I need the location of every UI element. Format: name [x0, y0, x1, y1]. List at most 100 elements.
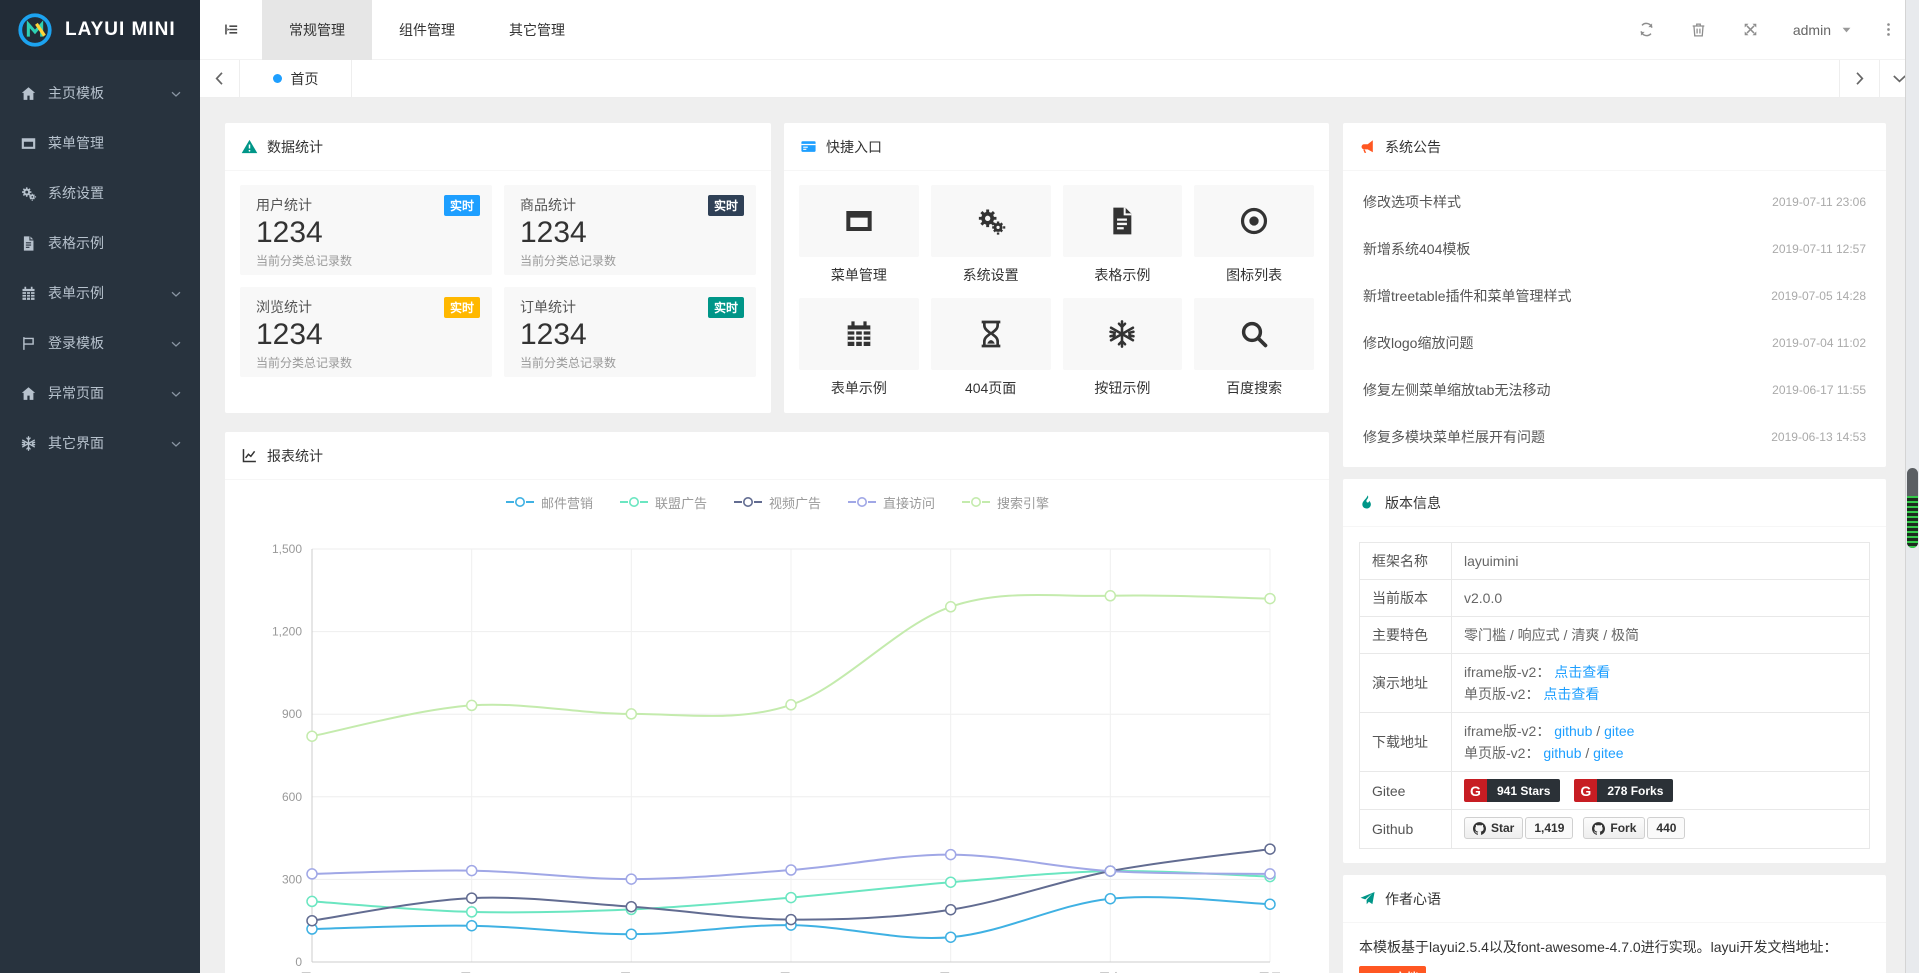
- version-link[interactable]: github: [1543, 745, 1581, 761]
- quick-entry-7[interactable]: 百度搜索: [1194, 298, 1314, 411]
- legend-item[interactable]: 联盟广告: [619, 493, 707, 512]
- author-card: 作者心语 本模板基于layui2.5.4以及font-awesome-4.7.0…: [1343, 875, 1886, 973]
- sidebar-item-label: 菜单管理: [48, 133, 104, 153]
- sidebar-item-1[interactable]: 菜单管理: [0, 118, 200, 168]
- refresh-icon: [1638, 21, 1655, 38]
- quick-entry-1[interactable]: 系统设置: [931, 185, 1051, 298]
- quick-entry-5[interactable]: 404页面: [931, 298, 1051, 411]
- username: admin: [1793, 22, 1831, 38]
- credit-card-icon: [800, 138, 817, 155]
- version-link[interactable]: github: [1554, 723, 1592, 739]
- window-icon: [20, 135, 37, 152]
- author-title: 作者心语: [1385, 889, 1441, 909]
- version-link[interactable]: 点击查看: [1543, 686, 1599, 702]
- tab-home[interactable]: 首页: [240, 60, 352, 97]
- fire-icon: [1359, 494, 1376, 511]
- github-octocat-icon: [1592, 822, 1605, 835]
- stat-value: 1234: [256, 318, 476, 352]
- announcement-date: 2019-06-13 14:53: [1771, 430, 1866, 444]
- file-icon: [20, 235, 37, 252]
- collapse-sidebar-icon[interactable]: [200, 0, 262, 60]
- quick-entry-label: 菜单管理: [799, 265, 919, 285]
- sidebar-item-6[interactable]: 异常页面: [0, 368, 200, 418]
- version-row-1: 当前版本v2.0.0: [1360, 580, 1870, 617]
- gitee-badge[interactable]: G941 Stars: [1464, 779, 1560, 802]
- legend-item[interactable]: 搜索引擎: [961, 493, 1049, 512]
- app-logo[interactable]: LAYUI MINI: [0, 0, 200, 60]
- version-row-3: 演示地址iframe版-v2： 点击查看单页版-v2： 点击查看: [1360, 654, 1870, 713]
- legend-marker-icon: [619, 496, 649, 508]
- sidebar-item-5[interactable]: 登录模板: [0, 318, 200, 368]
- version-row-5: GiteeG941 StarsG278 Forks: [1360, 772, 1870, 810]
- hourglass-icon: [931, 298, 1051, 370]
- chevron-down-icon: [170, 437, 182, 449]
- gitee-badge[interactable]: G278 Forks: [1574, 779, 1673, 802]
- quick-entry-2[interactable]: 表格示例: [1063, 185, 1183, 298]
- quick-entry-label: 表格示例: [1063, 265, 1183, 285]
- announcement-row-2[interactable]: 新增treetable插件和菜单管理样式 2019-07-05 14:28: [1343, 272, 1886, 319]
- stat-box-3: 订单统计 1234 当前分类总记录数 实时: [504, 287, 756, 377]
- sidebar-item-0[interactable]: 主页模板: [0, 68, 200, 118]
- topnav-tab-other[interactable]: 其它管理: [482, 0, 592, 60]
- stat-box-1: 商品统计 1234 当前分类总记录数 实时: [504, 185, 756, 275]
- stat-desc: 当前分类总记录数: [520, 354, 740, 371]
- version-row-2: 主要特色零门槛 / 响应式 / 清爽 / 极简: [1360, 617, 1870, 654]
- quick-entry-label: 系统设置: [931, 265, 1051, 285]
- announcement-row-1[interactable]: 新增系统404模板 2019-07-11 12:57: [1343, 225, 1886, 272]
- sidebar-item-label: 表格示例: [48, 233, 104, 253]
- version-table: 框架名称layuimini当前版本v2.0.0主要特色零门槛 / 响应式 / 清…: [1359, 542, 1870, 849]
- gitee-logo-icon: G: [1574, 779, 1597, 802]
- caret-down-icon: [1838, 21, 1855, 38]
- announcement-date: 2019-06-17 11:55: [1772, 383, 1866, 397]
- user-menu[interactable]: admin: [1777, 0, 1871, 60]
- topnav-tab-regular[interactable]: 常规管理: [262, 0, 372, 60]
- sidebar-item-4[interactable]: 表单示例: [0, 268, 200, 318]
- legend-item[interactable]: 视频广告: [733, 493, 821, 512]
- quick-entry-title: 快捷入口: [826, 137, 882, 157]
- announcement-row-3[interactable]: 修改logo缩放问题 2019-07-04 11:02: [1343, 319, 1886, 366]
- quick-entry-grid: 菜单管理 系统设置 表格示例 图标列表 表单示例 404页面 按钮示例 百度搜索: [784, 171, 1329, 411]
- sidebar-item-2[interactable]: 系统设置: [0, 168, 200, 218]
- snowflake-icon: [20, 435, 37, 452]
- refresh-button[interactable]: [1621, 0, 1673, 60]
- fullscreen-button[interactable]: [1725, 0, 1777, 60]
- version-link[interactable]: gitee: [1593, 745, 1623, 761]
- tabs-scroll-right-button[interactable]: [1839, 60, 1879, 97]
- quick-entry-4[interactable]: 表单示例: [799, 298, 919, 411]
- tabbar-spacer: [352, 60, 1839, 97]
- window-scrollbar[interactable]: [1905, 0, 1919, 973]
- sidebar-item-3[interactable]: 表格示例: [0, 218, 200, 268]
- scrollbar-thumb-stripes: [1907, 496, 1918, 548]
- stat-box-2: 浏览统计 1234 当前分类总记录数 实时: [240, 287, 492, 377]
- quick-entry-6[interactable]: 按钮示例: [1063, 298, 1183, 411]
- legend-item[interactable]: 直接访问: [847, 493, 935, 512]
- topnav-tab-components[interactable]: 组件管理: [372, 0, 482, 60]
- more-menu-button[interactable]: [1871, 0, 1905, 60]
- version-link[interactable]: gitee: [1604, 723, 1634, 739]
- version-row-label: 当前版本: [1360, 580, 1452, 617]
- quick-entry-3[interactable]: 图标列表: [1194, 185, 1314, 298]
- announcement-text: 修改选项卡样式: [1363, 192, 1461, 212]
- legend-item[interactable]: 邮件营销: [505, 493, 593, 512]
- sidebar-item-label: 表单示例: [48, 283, 104, 303]
- announcement-row-4[interactable]: 修复左侧菜单缩放tab无法移动 2019-06-17 11:55: [1343, 366, 1886, 413]
- sidebar-item-label: 其它界面: [48, 433, 104, 453]
- sidebar-item-7[interactable]: 其它界面: [0, 418, 200, 468]
- github-fork-widget[interactable]: Fork440: [1583, 817, 1685, 839]
- version-row-label: 下载地址: [1360, 713, 1452, 772]
- layui-doc-badge[interactable]: layui文档: [1359, 966, 1426, 973]
- announcement-row-0[interactable]: 修改选项卡样式 2019-07-11 23:06: [1343, 178, 1886, 225]
- home-icon: [20, 85, 37, 102]
- sidebar-item-label: 异常页面: [48, 383, 104, 403]
- announcement-row-5[interactable]: 修复多模块菜单栏展开有问题 2019-06-13 14:53: [1343, 413, 1886, 460]
- github-star-widget[interactable]: Star1,419: [1464, 817, 1573, 839]
- home-icon: [20, 385, 37, 402]
- quick-entry-0[interactable]: 菜单管理: [799, 185, 919, 298]
- clear-cache-button[interactable]: [1673, 0, 1725, 60]
- scrollbar-thumb[interactable]: [1907, 468, 1918, 548]
- tabs-scroll-left-button[interactable]: [200, 60, 240, 97]
- version-link[interactable]: 点击查看: [1554, 664, 1610, 680]
- legend-marker-icon: [505, 496, 535, 508]
- main-content: 数据统计 用户统计 1234 当前分类总记录数 实时 商品统计 1234 当前分…: [200, 98, 1905, 973]
- announcement-text: 修改logo缩放问题: [1363, 333, 1473, 353]
